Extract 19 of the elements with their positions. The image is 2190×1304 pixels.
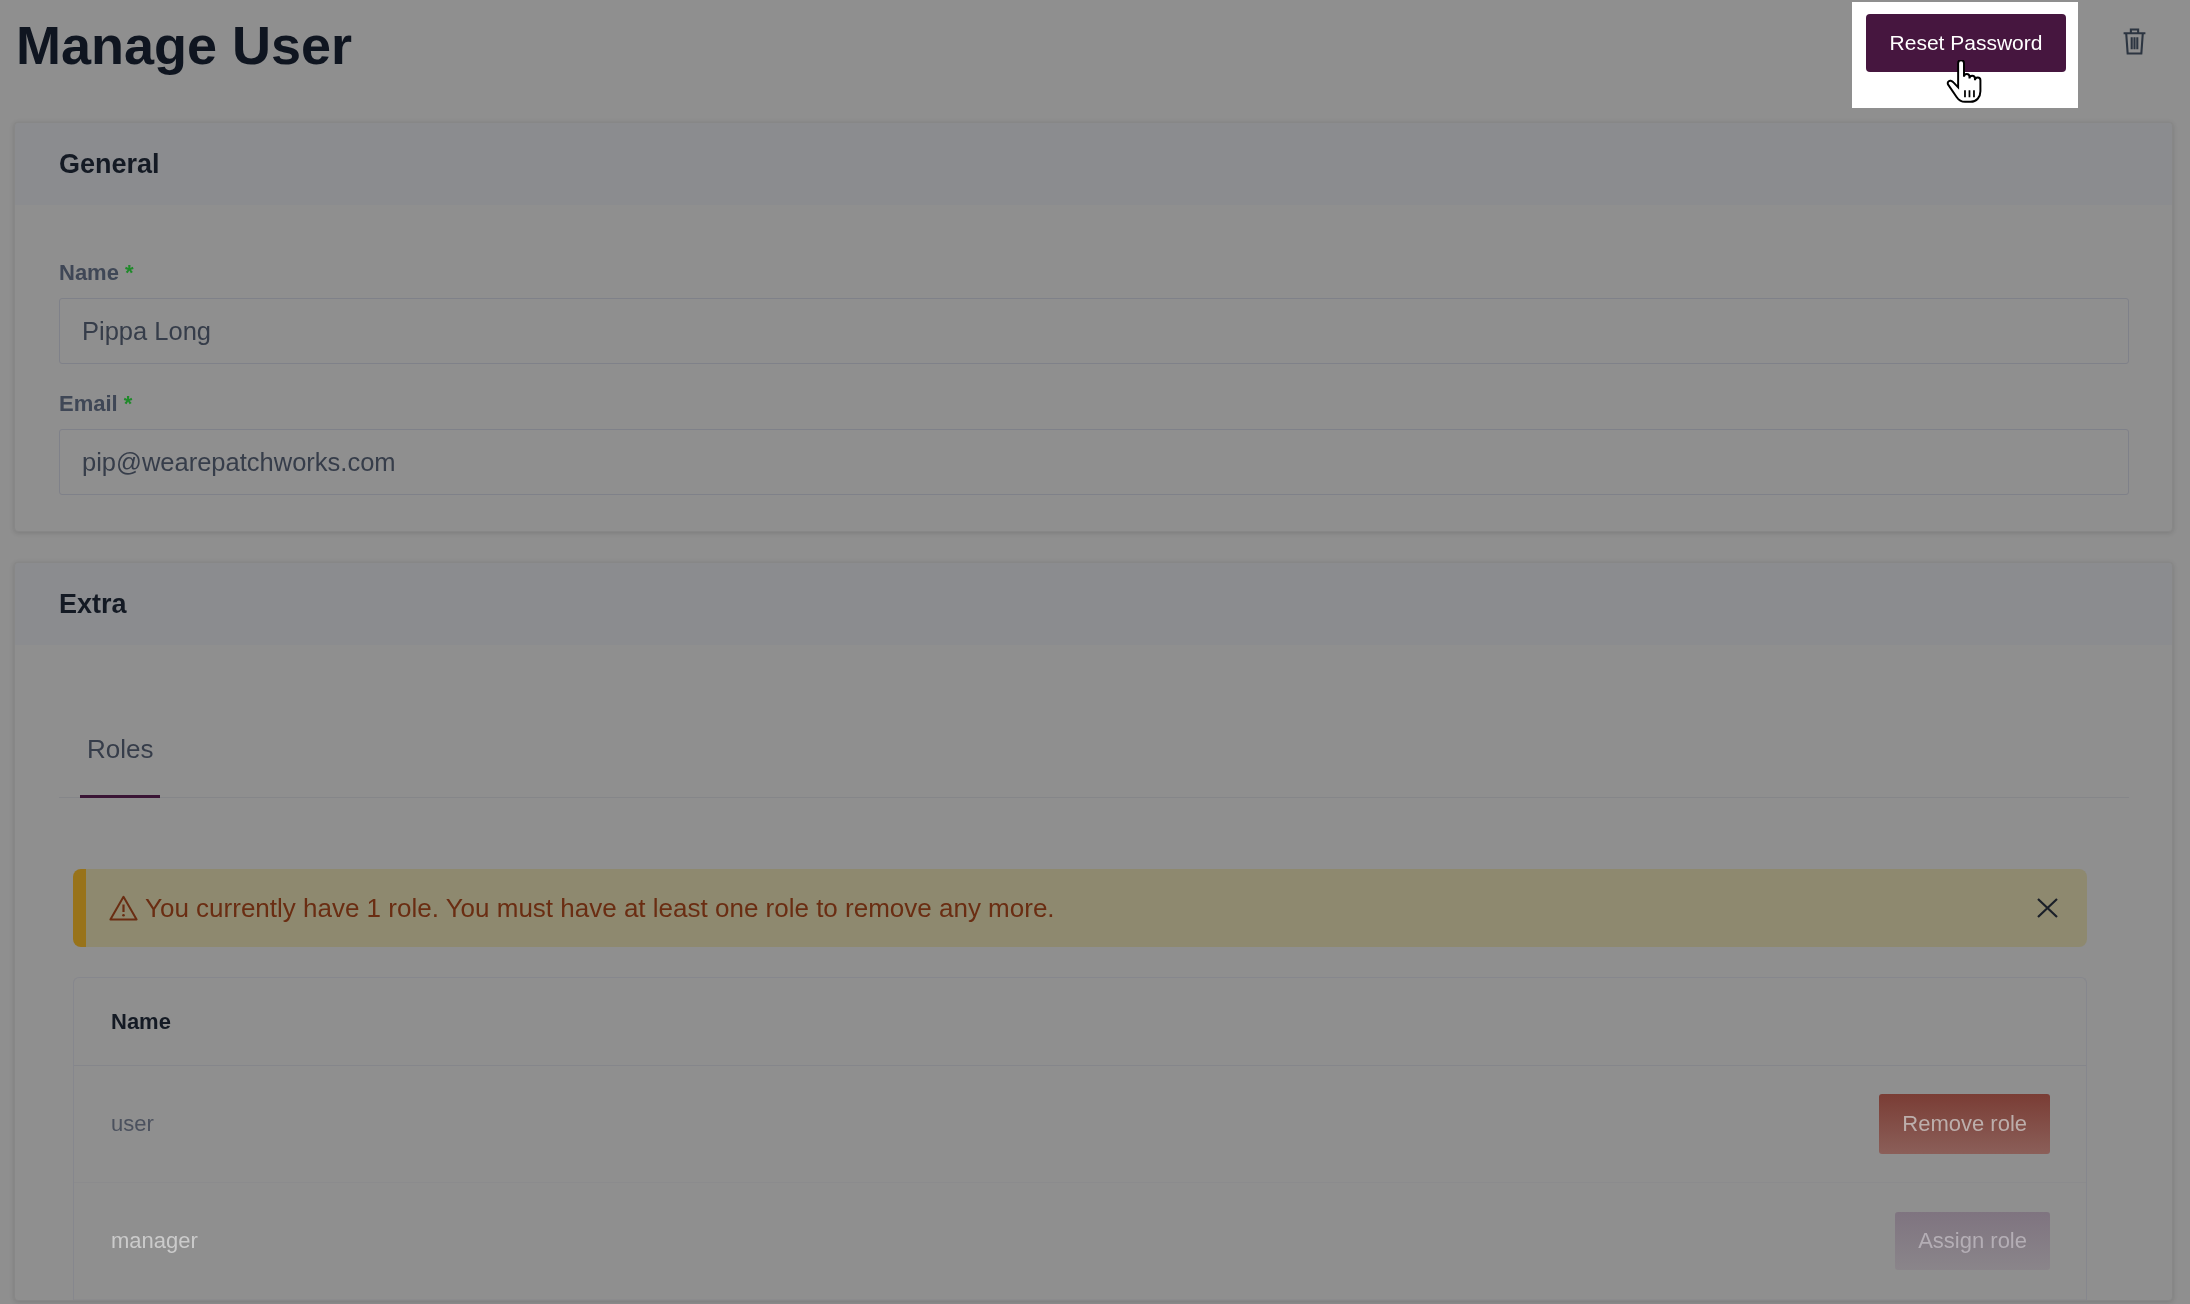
close-icon[interactable] bbox=[2037, 898, 2058, 918]
text-input[interactable]: pip@wearepatchworks.com bbox=[59, 429, 2129, 495]
alert-message: You currently have 1 role. You must have at least one role to remove any more. bbox=[145, 893, 1056, 923]
table-cell: user bbox=[111, 1110, 154, 1138]
section-title: General bbox=[59, 148, 160, 180]
hand-cursor-icon bbox=[1944, 60, 1984, 103]
text-input[interactable]: Pippa Long bbox=[59, 298, 2129, 364]
trash-icon[interactable] bbox=[2122, 28, 2147, 55]
warning-icon bbox=[109, 895, 138, 921]
tab[interactable]: Roles bbox=[80, 734, 161, 798]
remove-role-button[interactable]: Remove role bbox=[1879, 1094, 2050, 1154]
field-label: Name bbox=[59, 259, 119, 287]
reset-password-button[interactable]: Reset Password bbox=[1866, 14, 2066, 72]
table-cell: manager bbox=[111, 1227, 198, 1255]
section-title: Extra bbox=[59, 588, 127, 620]
required-asterisk: * bbox=[124, 259, 134, 287]
field-label: Email bbox=[59, 390, 118, 418]
column-header: Name bbox=[111, 1007, 171, 1036]
required-asterisk: * bbox=[123, 390, 133, 418]
